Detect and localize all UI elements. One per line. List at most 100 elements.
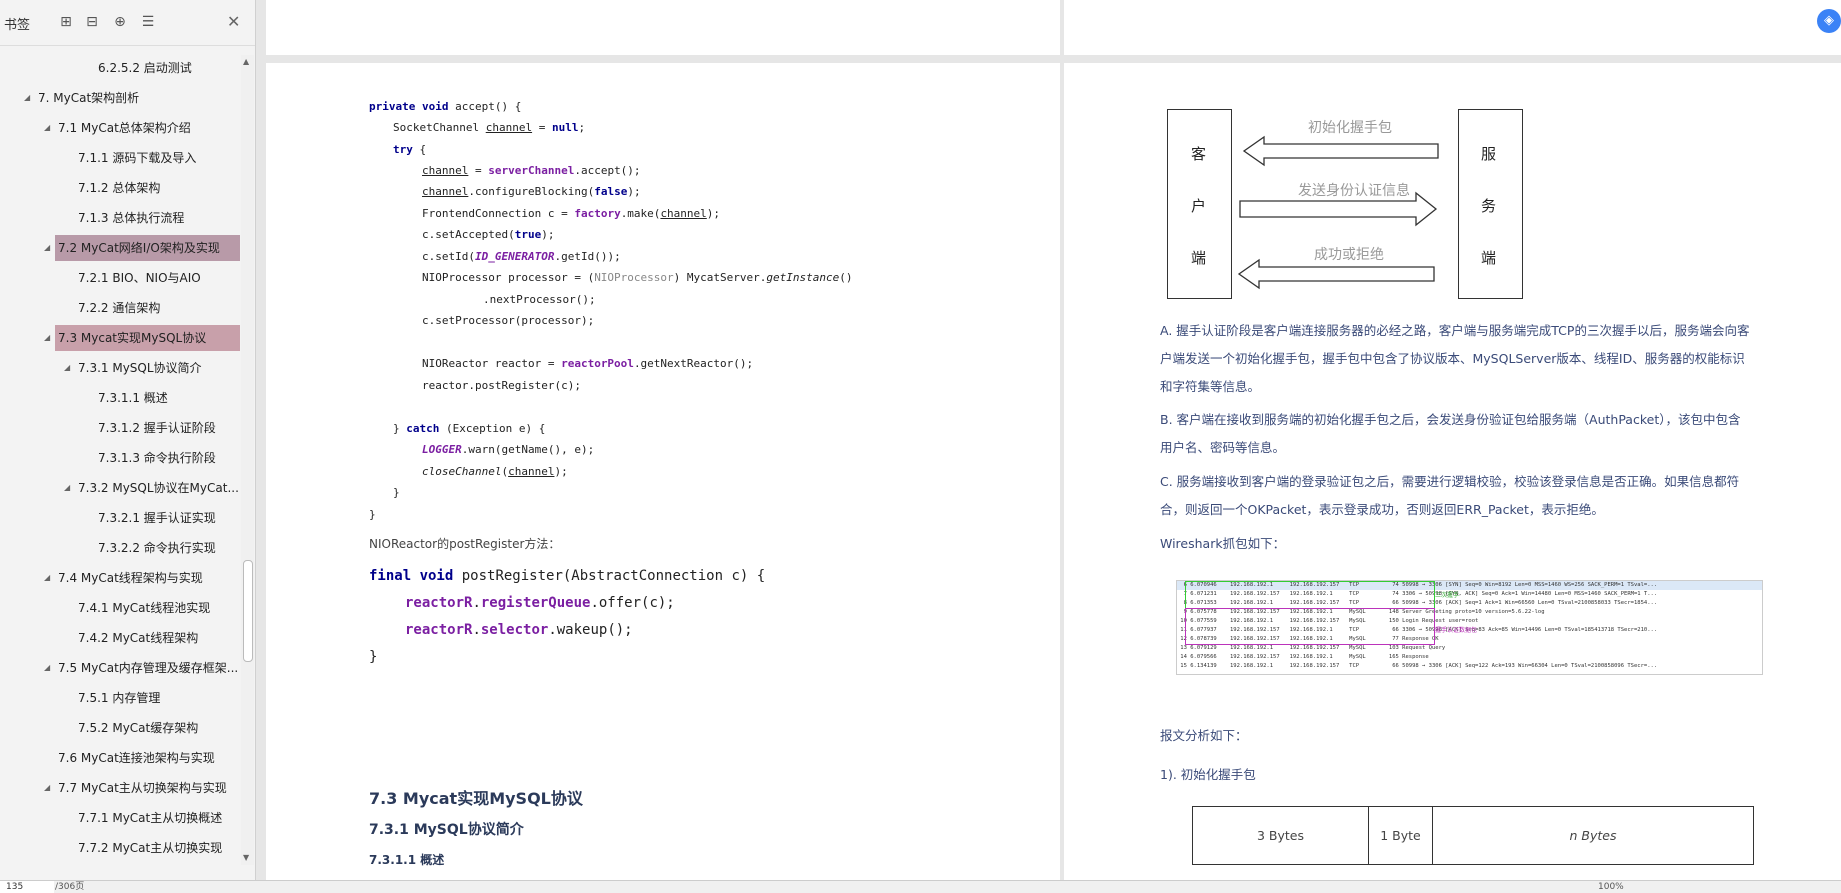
- bookmark-label: 7.3.2 MySQL协议在MyCat...: [78, 481, 239, 495]
- document-view[interactable]: private void accept() { SocketChannel ch…: [256, 0, 1841, 880]
- wireshark-title: Wireshark抓包如下：: [1160, 536, 1286, 551]
- code-note: NIOReactor的postRegister方法：: [369, 537, 561, 551]
- code-line: c.setId(ID_GENERATOR.getId());: [422, 250, 621, 263]
- expand-arrow-icon[interactable]: ◢: [24, 85, 30, 111]
- code-line: }: [369, 649, 378, 665]
- bookmark-item[interactable]: 6.2.5.2 启动测试: [0, 55, 240, 81]
- arrow-left-3: [1237, 258, 1435, 290]
- expand-all-icon[interactable]: ⊞: [58, 14, 74, 30]
- bookmark-item[interactable]: ◢ 7.3 Mycat实现MySQL协议: [44, 325, 240, 351]
- bookmark-item[interactable]: 7.3.2.1 握手认证实现: [0, 505, 240, 531]
- scroll-thumb[interactable]: [243, 560, 253, 662]
- expand-arrow-icon[interactable]: ◢: [44, 655, 50, 681]
- bookmark-item[interactable]: ◢ 7.7 MyCat主从切换架构与实现: [0, 775, 240, 801]
- bookmark-item[interactable]: ◢ 7.1 MyCat总体架构介绍: [0, 115, 240, 141]
- bookmark-item[interactable]: 7.4.1 MyCat线程池实现: [0, 595, 240, 621]
- bookmark-title: 书签: [4, 18, 31, 33]
- bookmark-item[interactable]: ◢ 7.3.1 MySQL协议简介: [0, 355, 240, 381]
- bookmark-item[interactable]: ◢ 7.2 MyCat网络I/O架构及实现: [44, 235, 240, 261]
- bookmark-label: 7.3.1 MySQL协议简介: [78, 361, 202, 375]
- bookmark-item[interactable]: ◢ 7.4 MyCat线程架构与实现: [0, 565, 240, 591]
- bookmark-label: 7.4.2 MyCat线程架构: [78, 631, 199, 645]
- bookmark-item[interactable]: ◢ 7.3.2 MySQL协议在MyCat...: [0, 475, 240, 501]
- arrow-label: 发送身份认证信息: [1298, 183, 1410, 199]
- expand-arrow-icon[interactable]: ◢: [44, 565, 50, 591]
- bookmark-item[interactable]: 7.2.2 通信架构: [0, 295, 240, 321]
- bookmark-item[interactable]: 7.7.1 MyCat主从切换概述: [0, 805, 240, 831]
- bookmark-label: 7.1.1 源码下载及导入: [78, 151, 197, 165]
- ws-annotation: 握手认证数据包: [1435, 627, 1478, 634]
- assistant-icon[interactable]: ◈: [1817, 9, 1841, 33]
- bookmark-item[interactable]: 7.1.1 源码下载及导入: [0, 145, 240, 171]
- bookmark-item[interactable]: 7.4.2 MyCat线程架构: [0, 625, 240, 651]
- bookmark-label: 7.1 MyCat总体架构介绍: [58, 121, 191, 135]
- bookmark-label: 7.7.1 MyCat主从切换概述: [78, 811, 223, 825]
- bookmark-label: 7.6 MyCat连接池架构与实现: [58, 751, 215, 765]
- bookmark-label: 7.2.2 通信架构: [78, 301, 161, 315]
- collapse-all-icon[interactable]: ⊟: [84, 14, 100, 30]
- scroll-up-icon[interactable]: ▲: [243, 57, 249, 66]
- bookmark-options-icon[interactable]: ☰: [140, 14, 156, 30]
- bookmark-tree: 6.2.5.2 启动测试 ◢ 7. MyCat架构剖析 ◢ 7.1 MyCat总体架构介…: [0, 55, 240, 870]
- page-total: /306页: [55, 882, 85, 892]
- arrow-label: 初始化握手包: [1308, 120, 1392, 136]
- ws-row: 15 6.134139 192.168.192.1 192.168.192.15…: [1177, 663, 1658, 669]
- bookmark-item[interactable]: 7.1.2 总体架构: [0, 175, 240, 201]
- code-line: SocketChannel channel = null;: [393, 121, 586, 134]
- bookmark-item[interactable]: 7.3.1.2 握手认证阶段: [0, 415, 240, 441]
- bookmark-item[interactable]: 7.7.2 MyCat主从切换实现: [0, 835, 240, 861]
- arrow-left-1: [1242, 135, 1439, 167]
- bookmark-item[interactable]: ◢ 7.5 MyCat内存管理及缓存框架...: [0, 655, 240, 681]
- code-line: }: [393, 486, 400, 499]
- expand-arrow-icon[interactable]: ◢: [44, 775, 50, 801]
- bookmark-item[interactable]: 7.3.1.1 概述: [0, 385, 240, 411]
- bookmark-item[interactable]: 7.6 MyCat连接池架构与实现: [0, 745, 240, 771]
- code-line: FrontendConnection c = factory.make(chan…: [422, 207, 721, 220]
- scroll-down-icon[interactable]: ▼: [243, 853, 249, 862]
- expand-arrow-icon[interactable]: ◢: [44, 235, 50, 261]
- diagram-arrows: [1237, 135, 1439, 290]
- code-line: LOGGER.warn(getName(), e);: [422, 443, 595, 456]
- code-line: try {: [393, 143, 427, 156]
- bookmark-item[interactable]: 7.5.1 内存管理: [0, 685, 240, 711]
- page-right: 客 户 端 服 务 端 初始化握手包 发送身份认证信息 成功或拒绝 A. 握手认…: [1064, 63, 1841, 880]
- heading-7-3: 7.3 Mycat实现MySQL协议: [369, 789, 583, 808]
- page-number-input[interactable]: 135: [0, 881, 54, 893]
- add-bookmark-icon[interactable]: ⊕: [112, 14, 128, 30]
- zoom-level[interactable]: 100%: [1598, 881, 1624, 893]
- bookmark-item[interactable]: 7.5.2 MyCat缓存架构: [0, 715, 240, 741]
- bookmark-label: 7.5.2 MyCat缓存架构: [78, 721, 199, 735]
- expand-arrow-icon[interactable]: ◢: [64, 475, 70, 501]
- expand-arrow-icon[interactable]: ◢: [44, 325, 50, 351]
- expand-arrow-icon[interactable]: ◢: [44, 115, 50, 141]
- bookmark-label: 7.7.2 MyCat主从切换实现: [78, 841, 223, 855]
- bookmark-label: 7.5 MyCat内存管理及缓存框架...: [58, 661, 239, 675]
- bookmark-item[interactable]: 7.3.1.3 命令执行阶段: [0, 445, 240, 471]
- code-line: c.setProcessor(processor);: [422, 314, 595, 327]
- bookmark-item[interactable]: 7.1.3 总体执行流程: [0, 205, 240, 231]
- item-initial-handshake: 1). 初始化握手包: [1160, 767, 1256, 782]
- close-icon[interactable]: ✕: [227, 12, 240, 31]
- heading-7-3-1: 7.3.1 MySQL协议简介: [369, 822, 524, 838]
- code-line: .nextProcessor();: [483, 293, 596, 306]
- paragraph-b: B. 客户端在接收到服务端的初始化握手包之后，会发送身份验证包给服务端（Auth…: [1160, 412, 1741, 455]
- code-line: channel = serverChannel.accept();: [422, 164, 641, 177]
- bookmark-label: 7.2.1 BIO、NIO与AIO: [78, 271, 201, 285]
- code-line: NIOReactor reactor = reactorPool.getNext…: [422, 357, 754, 370]
- bookmark-label: 7.3.2.1 握手认证实现: [98, 511, 216, 525]
- bookmark-item[interactable]: 7.3.2.2 命令执行实现: [0, 535, 240, 561]
- bookmark-item[interactable]: 7.2.1 BIO、NIO与AIO: [0, 265, 240, 291]
- previous-page-right: [1064, 0, 1841, 55]
- analysis-title: 报文分析如下：: [1160, 728, 1248, 743]
- packet-format-table: 3 Bytes 1 Byte n Bytes: [1192, 806, 1754, 865]
- bookmark-scrollbar[interactable]: ▲ ▼: [241, 55, 254, 865]
- packet-cell: 3 Bytes: [1193, 807, 1369, 864]
- bookmark-label: 7.4 MyCat线程架构与实现: [58, 571, 203, 585]
- arrow-label: 成功或拒绝: [1314, 247, 1384, 263]
- previous-page-left: [266, 0, 1060, 55]
- bookmark-item[interactable]: ◢ 7. MyCat架构剖析: [0, 85, 240, 111]
- bookmark-label: 7. MyCat架构剖析: [38, 91, 140, 105]
- code-line: c.setAccepted(true);: [422, 228, 555, 241]
- expand-arrow-icon[interactable]: ◢: [64, 355, 70, 381]
- code-line: reactor.postRegister(c);: [422, 379, 581, 392]
